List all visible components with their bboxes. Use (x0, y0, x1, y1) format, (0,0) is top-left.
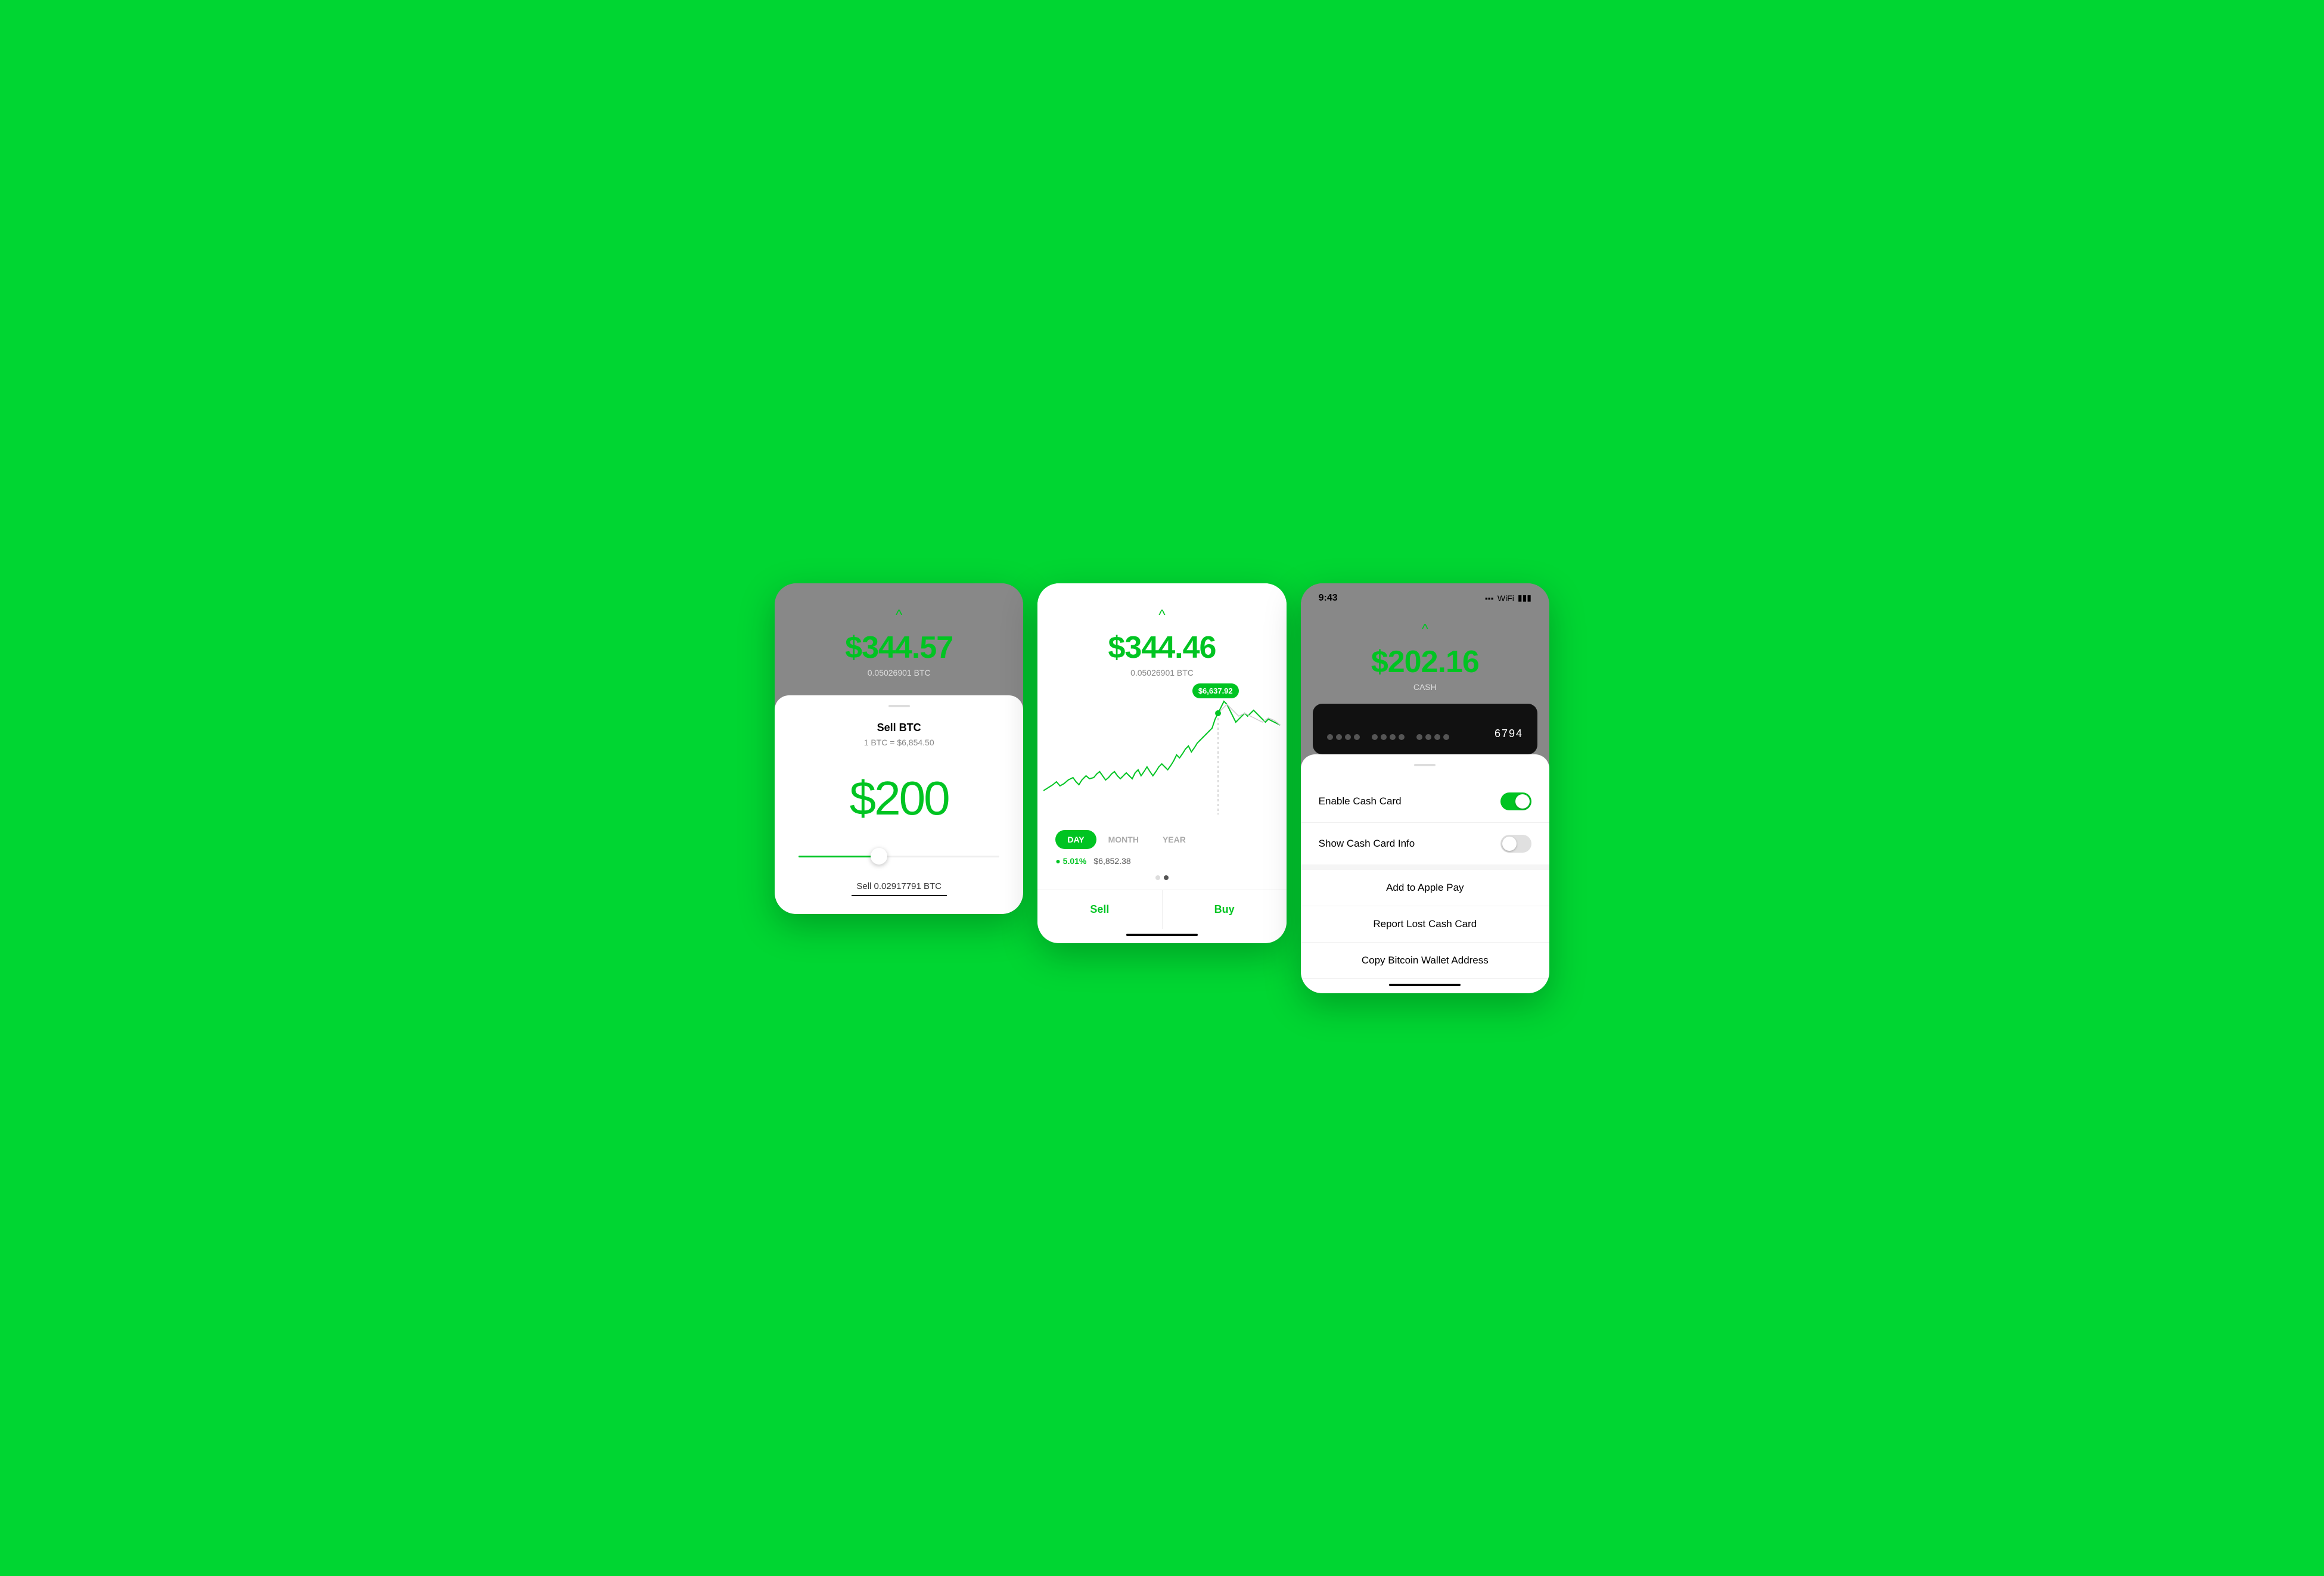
sheet-handle (888, 705, 910, 707)
screen3-header: 9:43 ▪▪▪ WiFi ▮▮▮ (1301, 583, 1549, 616)
toggle-thumb-info (1502, 837, 1517, 851)
card-dot (1381, 734, 1387, 740)
tab-day[interactable]: DAY (1055, 830, 1096, 849)
menu-item-enable[interactable]: Enable Cash Card (1301, 781, 1549, 823)
sell-btc-underline (852, 895, 947, 896)
btc-value-display-2: $344.46 (1108, 630, 1216, 666)
screen-sell-btc: ^ $344.57 0.05026901 BTC Sell BTC 1 BTC … (775, 583, 1023, 914)
time-tabs: DAY MONTH YEAR (1037, 830, 1286, 849)
sheet-handle-3 (1414, 764, 1436, 766)
cash-amount: $202.16 (1371, 644, 1479, 680)
sell-amount: $200 (793, 771, 1005, 826)
btc-amount-sub-2: 0.05026901 BTC (1130, 668, 1194, 677)
card-dot (1434, 734, 1440, 740)
menu-item-apple-pay[interactable]: Add to Apple Pay (1301, 870, 1549, 906)
dot-group-3 (1416, 734, 1449, 740)
chart-container: $6,637.92 (1037, 683, 1286, 815)
card-last-digits: 6794 (1495, 728, 1523, 740)
menu-item-btc-wallet[interactable]: Copy Bitcoin Wallet Address (1301, 943, 1549, 979)
status-time: 9:43 (1319, 593, 1338, 604)
dot-1 (1155, 875, 1160, 880)
card-dot (1416, 734, 1422, 740)
menu-item-show-info[interactable]: Show Cash Card Info (1301, 823, 1549, 865)
cash-card-visual: 6794 (1313, 704, 1537, 754)
menu-divider (1301, 865, 1549, 870)
price-tooltip: $6,637.92 (1192, 683, 1239, 698)
add-to-apple-pay-label: Add to Apple Pay (1319, 882, 1531, 894)
screen-btc-chart: ^ $344.46 0.05026901 BTC $6,637.92 DAY M… (1037, 583, 1286, 943)
card-dot (1327, 734, 1333, 740)
show-cash-card-info-toggle[interactable] (1500, 835, 1531, 853)
enable-cash-card-label: Enable Cash Card (1319, 795, 1402, 807)
btc-chart-svg (1043, 683, 1280, 815)
dot-2 (1164, 875, 1169, 880)
stat-price: $6,852.38 (1093, 856, 1130, 866)
cash-balance: ^ $202.16 CASH (1301, 616, 1549, 704)
status-bar: 9:43 ▪▪▪ WiFi ▮▮▮ (1319, 593, 1531, 604)
dot-group-1 (1327, 734, 1360, 740)
dollar-sign: $ (850, 772, 875, 825)
sell-btc-label: Sell 0.02917791 BTC (793, 881, 1005, 891)
screen-cash-card: 9:43 ▪▪▪ WiFi ▮▮▮ ^ $202.16 CASH (1301, 583, 1549, 993)
stat-pct: ● 5.01% (1055, 856, 1086, 866)
screen2-header: ^ $344.46 0.05026901 BTC (1037, 583, 1286, 677)
show-cash-card-info-label: Show Cash Card Info (1319, 838, 1415, 850)
home-indicator (1126, 934, 1198, 936)
slider-thumb[interactable] (871, 848, 887, 865)
card-dot (1345, 734, 1351, 740)
card-dot (1354, 734, 1360, 740)
wifi-icon: WiFi (1497, 593, 1514, 603)
report-lost-label: Report Lost Cash Card (1319, 918, 1531, 930)
card-dots (1327, 734, 1449, 740)
sell-rate: 1 BTC = $6,854.50 (793, 738, 1005, 747)
chart-stats: ● 5.01% $6,852.38 (1037, 856, 1286, 866)
sell-buy-bar: Sell Buy (1037, 890, 1286, 929)
amount-slider[interactable] (799, 856, 999, 857)
chevron-up-icon[interactable]: ^ (896, 607, 902, 624)
btc-wallet-label: Copy Bitcoin Wallet Address (1319, 955, 1531, 966)
enable-cash-card-toggle[interactable] (1500, 792, 1531, 810)
signal-icon: ▪▪▪ (1485, 593, 1494, 603)
page-dots (1037, 875, 1286, 880)
toggle-thumb-enable (1515, 794, 1530, 809)
home-indicator-3 (1389, 984, 1461, 986)
bottom-sheet-sell: Sell BTC 1 BTC = $6,854.50 $200 Sell 0.0… (775, 695, 1023, 914)
buy-button[interactable]: Buy (1163, 890, 1287, 929)
btc-amount-sub: 0.05026901 BTC (868, 668, 931, 677)
card-dot (1443, 734, 1449, 740)
chevron-up-icon-2[interactable]: ^ (1158, 607, 1165, 624)
tab-month[interactable]: MONTH (1096, 830, 1151, 849)
cash-card-menu: Enable Cash Card Show Cash Card Info Add… (1301, 754, 1549, 993)
slider-track (799, 856, 999, 857)
sell-button[interactable]: Sell (1037, 890, 1162, 929)
dot-group-2 (1372, 734, 1405, 740)
amount-number: 200 (874, 772, 948, 825)
status-icons: ▪▪▪ WiFi ▮▮▮ (1485, 593, 1531, 603)
screens-container: ^ $344.57 0.05026901 BTC Sell BTC 1 BTC … (775, 583, 1549, 993)
card-dot (1425, 734, 1431, 740)
card-dot (1390, 734, 1396, 740)
card-dot (1399, 734, 1405, 740)
screen1-header: ^ $344.57 0.05026901 BTC (775, 583, 1023, 695)
btc-value-display: $344.57 (845, 630, 953, 666)
menu-item-report-lost[interactable]: Report Lost Cash Card (1301, 906, 1549, 943)
battery-icon: ▮▮▮ (1518, 593, 1531, 603)
slider-fill (799, 856, 879, 857)
cash-label: CASH (1413, 682, 1437, 692)
chevron-up-icon-3[interactable]: ^ (1422, 621, 1428, 638)
sell-title: Sell BTC (793, 722, 1005, 734)
card-dot (1336, 734, 1342, 740)
tab-year[interactable]: YEAR (1151, 830, 1198, 849)
card-dot (1372, 734, 1378, 740)
